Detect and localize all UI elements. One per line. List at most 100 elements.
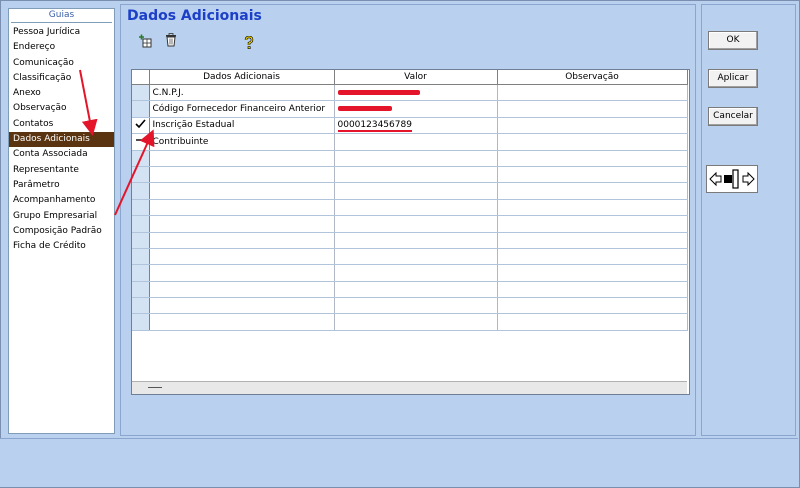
sidebar-item-2[interactable]: Comunicação — [9, 56, 114, 71]
table-row-empty[interactable] — [132, 166, 688, 184]
cancel-button[interactable]: Cancelar — [708, 107, 758, 126]
cell-observacao[interactable] — [497, 248, 688, 266]
sidebar-item-1[interactable]: Endereço — [9, 40, 114, 55]
cell-dados[interactable] — [149, 166, 335, 184]
column-header-valor[interactable]: Valor — [334, 70, 498, 85]
cell-dados[interactable]: Inscrição Estadual — [149, 117, 335, 135]
table-row[interactable]: Código Fornecedor Financeiro Anterior — [132, 100, 688, 118]
cell-dados[interactable] — [149, 232, 335, 249]
table-row-empty[interactable] — [132, 264, 688, 282]
cell-dados[interactable] — [149, 264, 335, 282]
table-row-empty[interactable] — [132, 215, 688, 233]
cell-valor[interactable] — [334, 264, 498, 282]
cell-valor[interactable] — [334, 215, 498, 233]
cell-observacao[interactable] — [497, 264, 688, 282]
table-row-empty[interactable] — [132, 199, 688, 217]
cell-dados[interactable] — [149, 215, 335, 233]
cell-valor[interactable] — [334, 100, 498, 118]
cell-dados[interactable]: C.N.P.J. — [149, 84, 335, 102]
cell-valor[interactable]: 0000123456789 — [334, 117, 498, 135]
table-row-empty[interactable] — [132, 182, 688, 200]
cell-observacao[interactable] — [497, 166, 688, 184]
cell-dados[interactable] — [149, 199, 335, 217]
cell-dados[interactable] — [149, 297, 335, 315]
row-header[interactable] — [132, 166, 150, 184]
column-header-observacao[interactable]: Observação — [497, 70, 688, 85]
row-header[interactable] — [132, 313, 150, 331]
delete-row-button[interactable] — [163, 32, 179, 48]
cell-observacao[interactable] — [497, 84, 688, 102]
ok-button[interactable]: OK — [708, 31, 758, 50]
add-row-button[interactable] — [137, 33, 153, 49]
cell-valor[interactable] — [334, 248, 498, 266]
table-row-empty[interactable] — [132, 281, 688, 299]
cell-observacao[interactable] — [497, 100, 688, 118]
sidebar-item-10[interactable]: Parâmetro — [9, 178, 114, 193]
help-button[interactable] — [241, 35, 257, 51]
row-header[interactable] — [132, 84, 150, 102]
sidebar-item-12[interactable]: Grupo Empresarial — [9, 209, 114, 224]
row-header[interactable] — [132, 281, 150, 299]
cell-valor[interactable] — [334, 199, 498, 217]
column-header-dados[interactable]: Dados Adicionais — [149, 70, 335, 85]
row-header[interactable] — [132, 215, 150, 233]
cell-observacao[interactable] — [497, 313, 688, 331]
sidebar-item-0[interactable]: Pessoa Jurídica — [9, 25, 114, 40]
cell-valor[interactable] — [334, 84, 498, 102]
apply-button[interactable]: Aplicar — [708, 69, 758, 88]
sidebar-item-13[interactable]: Composição Padrão — [9, 224, 114, 239]
cell-observacao[interactable] — [497, 215, 688, 233]
cell-dados[interactable] — [149, 313, 335, 331]
row-header[interactable] — [132, 150, 150, 167]
row-header[interactable] — [132, 117, 150, 135]
cell-valor[interactable] — [334, 281, 498, 299]
row-header[interactable] — [132, 264, 150, 282]
table-row-empty[interactable] — [132, 232, 688, 249]
row-header[interactable] — [132, 182, 150, 200]
sidebar-item-11[interactable]: Acompanhamento — [9, 193, 114, 208]
cell-observacao[interactable] — [497, 199, 688, 217]
row-header[interactable] — [132, 133, 150, 151]
row-header[interactable] — [132, 199, 150, 217]
row-header[interactable] — [132, 248, 150, 266]
cell-valor[interactable] — [334, 297, 498, 315]
sidebar-item-3[interactable]: Classificação — [9, 71, 114, 86]
cell-dados[interactable] — [149, 248, 335, 266]
cell-observacao[interactable] — [497, 133, 688, 151]
cell-valor[interactable] — [334, 166, 498, 184]
sidebar-item-8[interactable]: Conta Associada — [9, 147, 114, 162]
cell-dados[interactable]: Contribuinte — [149, 133, 335, 151]
sidebar-item-9[interactable]: Representante — [9, 163, 114, 178]
sidebar-item-5[interactable]: Observação — [9, 101, 114, 116]
table-row[interactable]: C.N.P.J. — [132, 84, 688, 102]
table-row-empty[interactable] — [132, 297, 688, 315]
cell-valor[interactable] — [334, 182, 498, 200]
table-row[interactable]: Contribuinte — [132, 133, 688, 151]
cell-dados[interactable]: Código Fornecedor Financeiro Anterior — [149, 100, 335, 118]
cell-observacao[interactable] — [497, 117, 688, 135]
cell-valor[interactable] — [334, 150, 498, 167]
cell-observacao[interactable] — [497, 182, 688, 200]
row-header[interactable] — [132, 297, 150, 315]
cell-dados[interactable] — [149, 182, 335, 200]
sidebar-item-14[interactable]: Ficha de Crédito — [9, 239, 114, 254]
table-row[interactable]: Inscrição Estadual 0000123456789 — [132, 117, 688, 135]
row-header[interactable] — [132, 232, 150, 249]
cell-valor[interactable] — [334, 133, 498, 151]
record-navigator[interactable] — [706, 165, 758, 193]
cell-valor[interactable] — [334, 232, 498, 249]
cell-observacao[interactable] — [497, 297, 688, 315]
cell-dados[interactable] — [149, 150, 335, 167]
cell-observacao[interactable] — [497, 281, 688, 299]
table-row-empty[interactable] — [132, 313, 688, 331]
sidebar-item-6[interactable]: Contatos — [9, 117, 114, 132]
sidebar-item-4[interactable]: Anexo — [9, 86, 114, 101]
row-header[interactable] — [132, 100, 150, 118]
cell-dados[interactable] — [149, 281, 335, 299]
table-row-empty[interactable] — [132, 150, 688, 167]
table-row-empty[interactable] — [132, 248, 688, 266]
sidebar-item-7[interactable]: Dados Adicionais — [9, 132, 114, 148]
cell-observacao[interactable] — [497, 232, 688, 249]
cell-observacao[interactable] — [497, 150, 688, 167]
cell-valor[interactable] — [334, 313, 498, 331]
